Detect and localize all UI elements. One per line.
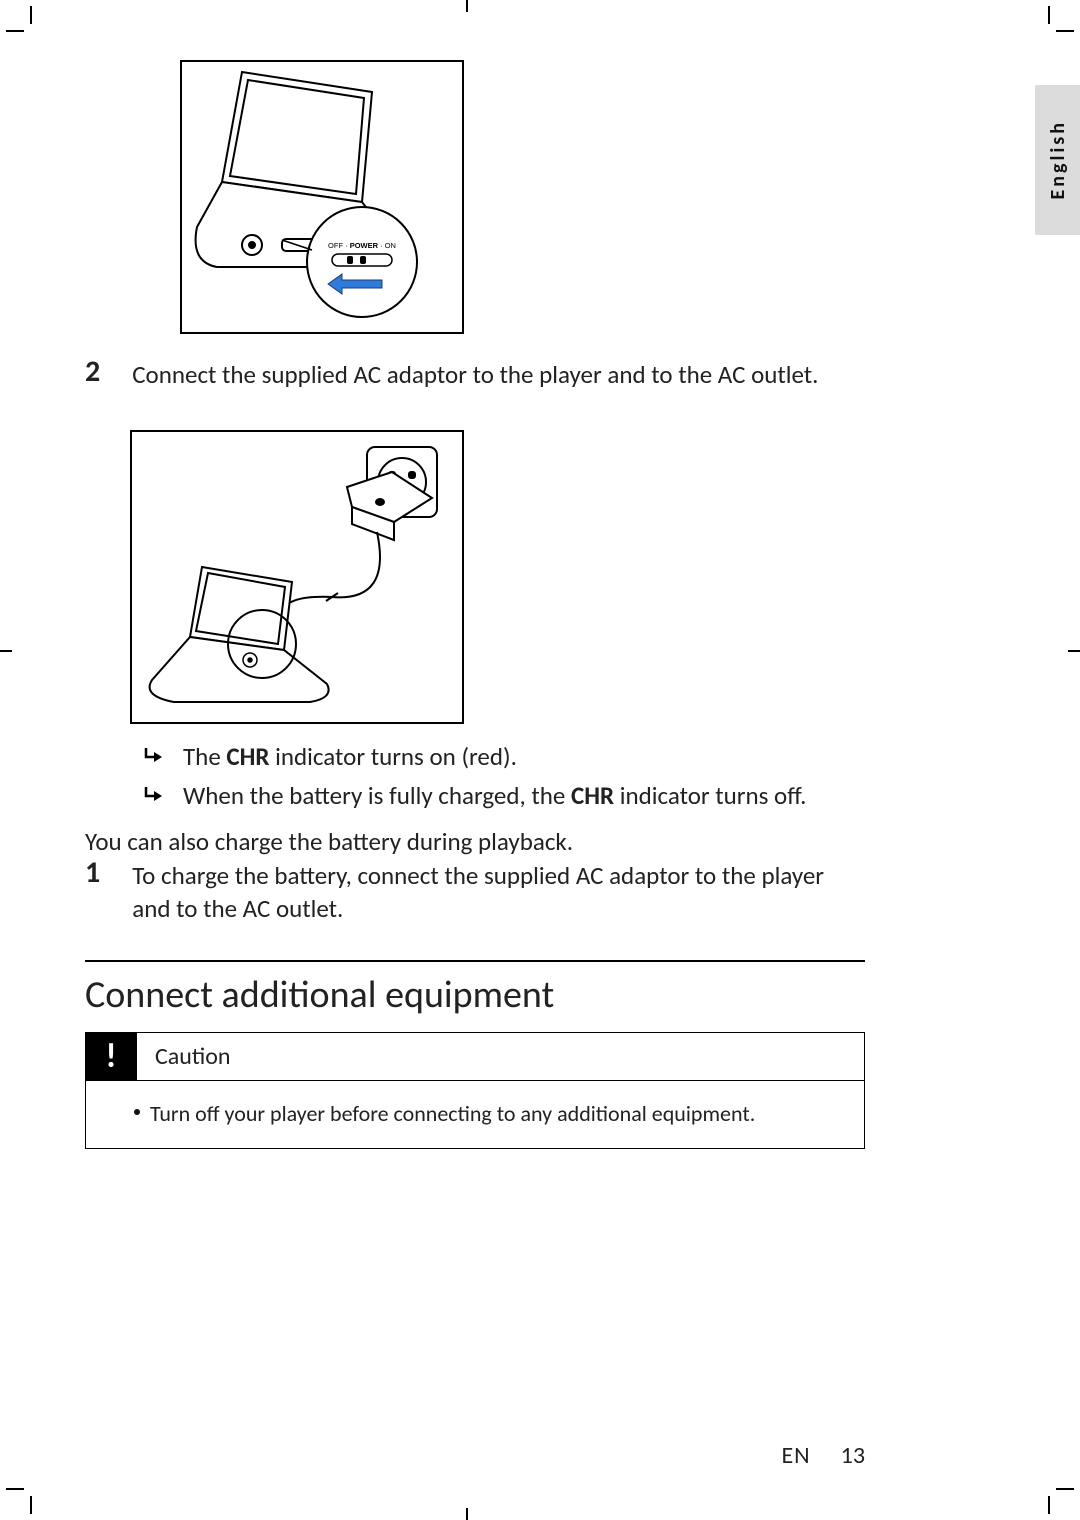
crop-mark xyxy=(30,6,32,24)
crop-mark xyxy=(466,1508,468,1520)
crop-mark xyxy=(1048,1496,1050,1514)
ac-adaptor-illustration xyxy=(130,430,464,724)
step-2: 2 Connect the supplied AC adaptor to the… xyxy=(85,357,865,392)
result-arrow-icon xyxy=(143,784,165,806)
step-text: To charge the battery, connect the suppl… xyxy=(132,858,852,925)
bullet-icon xyxy=(134,1109,140,1115)
crop-mark xyxy=(1056,1488,1074,1490)
footer-lang: EN xyxy=(781,1441,810,1470)
caution-box: ! Caution Turn off your player before co… xyxy=(85,1032,865,1149)
step-1: 1 To charge the battery, connect the sup… xyxy=(85,858,865,925)
crop-mark xyxy=(0,650,12,652)
crop-mark xyxy=(6,1488,24,1490)
section-heading: Connect additional equipment xyxy=(85,972,554,1018)
crop-mark xyxy=(466,0,468,12)
section-rule xyxy=(85,960,865,962)
result-list: The CHR indicator turns on (red). When t… xyxy=(143,740,863,818)
crop-mark xyxy=(1048,6,1050,24)
subheading: You can also charge the battery during p… xyxy=(85,826,573,857)
language-tab-label: English xyxy=(1046,120,1070,200)
step-text: Connect the supplied AC adaptor to the p… xyxy=(132,357,818,392)
language-tab: English xyxy=(1035,85,1080,235)
list-item: The CHR indicator turns on (red). xyxy=(143,740,863,774)
exclamation-icon: ! xyxy=(85,1032,137,1080)
crop-mark xyxy=(1068,650,1080,652)
crop-mark xyxy=(6,30,24,32)
list-item-text: When the battery is fully charged, the C… xyxy=(183,779,806,813)
power-switch-labels: OFF · POWER · ON xyxy=(328,241,396,250)
step-number: 2 xyxy=(85,357,100,387)
list-item-text: The CHR indicator turns on (red). xyxy=(183,740,517,774)
result-arrow-icon xyxy=(143,745,165,767)
caution-label: Caution xyxy=(155,1042,231,1071)
crop-mark xyxy=(30,1496,32,1514)
page-footer: EN 13 xyxy=(781,1441,865,1470)
step-number: 1 xyxy=(85,858,100,888)
crop-mark xyxy=(1056,30,1074,32)
caution-text: Turn off your player before connecting t… xyxy=(150,1099,755,1130)
list-item: When the battery is fully charged, the C… xyxy=(143,779,863,813)
power-switch-illustration: OFF · POWER · ON xyxy=(180,60,464,334)
page-number: 13 xyxy=(841,1441,865,1470)
